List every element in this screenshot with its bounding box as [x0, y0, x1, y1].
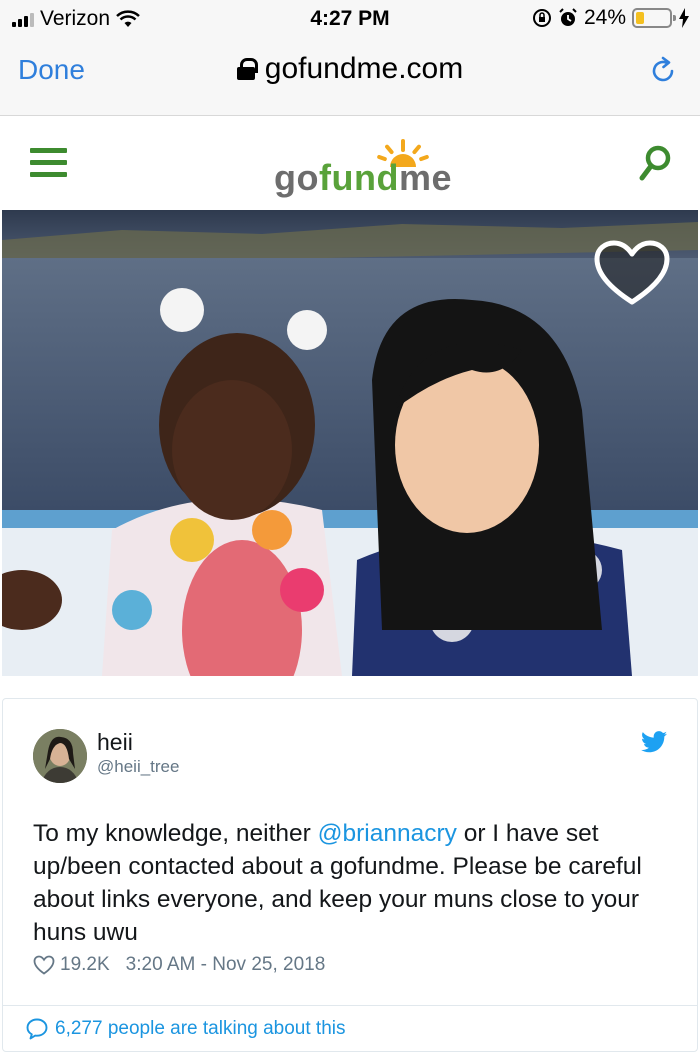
url-bar[interactable]: gofundme.com	[0, 52, 700, 86]
search-icon[interactable]	[638, 145, 672, 183]
alarm-icon	[559, 8, 577, 26]
tweet-text: To my knowledge, neither @briannacry or …	[33, 817, 673, 949]
tweet-mention-link[interactable]: @briannacry	[318, 820, 457, 847]
logo-text: gofundme	[274, 157, 452, 198]
battery-icon	[632, 8, 676, 28]
heart-favorite-icon[interactable]	[594, 240, 670, 306]
battery-percent: 24%	[583, 6, 626, 29]
rotation-lock-icon	[532, 9, 551, 27]
reload-icon[interactable]	[648, 56, 678, 86]
tweet-meta: 19.2K 3:20 AM - Nov 25, 2018	[33, 954, 325, 976]
status-bar: Verizon 4:27 PM 24%	[0, 0, 700, 38]
gofundme-header: gofundme	[0, 117, 700, 210]
twitter-bird-icon[interactable]	[641, 731, 667, 753]
like-heart-icon[interactable]	[33, 955, 55, 975]
like-count[interactable]: 19.2K	[60, 954, 110, 976]
tweet-display-name[interactable]: heii	[97, 729, 133, 756]
browser-nav-bar: Done gofundme.com	[0, 38, 700, 116]
campaign-photo	[2, 210, 698, 676]
lock-icon	[236, 58, 258, 80]
tweet-text-before: To my knowledge, neither	[33, 820, 318, 847]
avatar-image	[33, 729, 87, 783]
comment-bubble-icon	[26, 1018, 48, 1040]
avatar[interactable]	[33, 729, 87, 783]
gofundme-logo[interactable]: gofundme	[270, 133, 460, 203]
embedded-tweet: heii @heii_tree To my knowledge, neither…	[2, 698, 698, 1052]
url-text: gofundme.com	[264, 52, 464, 85]
talking-text: 6,277 people are talking about this	[55, 1018, 346, 1039]
status-right: 24%	[532, 6, 690, 30]
talking-link[interactable]: 6,277 people are talking about this	[25, 1017, 346, 1041]
hamburger-menu-icon[interactable]	[30, 148, 67, 178]
tweet-handle[interactable]: @heii_tree	[97, 757, 179, 777]
tweet-divider	[3, 1005, 697, 1006]
charging-icon	[679, 8, 689, 28]
tweet-timestamp[interactable]: 3:20 AM - Nov 25, 2018	[126, 954, 326, 976]
